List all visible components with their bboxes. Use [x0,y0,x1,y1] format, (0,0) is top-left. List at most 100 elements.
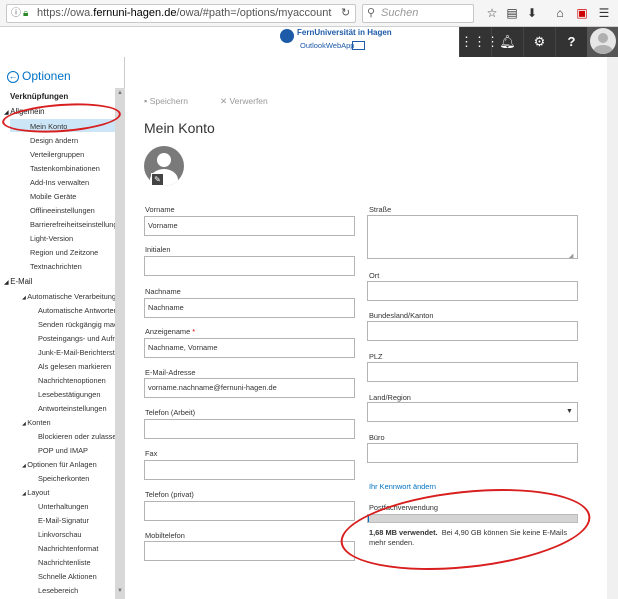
options-title[interactable]: Optionen [22,69,71,83]
page-title: Mein Konto [144,120,215,136]
sidebar-item-conversations[interactable]: Unterhaltungen [38,502,115,511]
url-domain: fernuni-hagen.de [93,7,177,19]
sidebar-item-junk-reporting[interactable]: Junk-E-Mail-Berichterstattung [38,348,115,357]
sidebar-item-text-messages[interactable]: Textnachrichten [30,262,115,271]
sidebar-item-keyboard-shortcuts[interactable]: Tastenkombinationen [30,164,115,173]
brand-name: FernUniversität in Hagen [297,28,392,37]
search-icon: ⚲ [367,7,376,19]
notification-bell-icon[interactable]: 🔔︎ [491,27,523,57]
sidebar-item-mark-as-read[interactable]: Als gelesen markieren [38,362,115,371]
sidebar-item-link-preview[interactable]: Linkvorschau [38,530,115,539]
sidebar-item-block-allow[interactable]: Blockieren oder zulassen [38,432,115,441]
sidebar-group-layout[interactable]: ◢ Layout [22,488,115,497]
save-button[interactable]: ▪ Speichern [144,96,188,106]
sidebar-item-storage-accounts[interactable]: Speicherkonten [38,474,115,483]
header-action-bar: ⋮⋮⋮ 🔔︎ ⚙ ? [459,27,618,57]
sidebar-item-message-options[interactable]: Nachrichtenoptionen [38,376,115,385]
settings-gear-icon[interactable]: ⚙ [523,27,555,57]
brand-app-name: OutlookWebApp [300,41,355,50]
sidebar-item-distribution-groups[interactable]: Verteilergruppen [30,150,115,159]
sidebar-item-reply-settings[interactable]: Antworteinstellungen [38,404,115,413]
street-textarea[interactable]: ◢ [367,215,578,259]
browser-search-input[interactable]: ⚲ Suchen [362,4,474,23]
user-avatar-icon [590,28,616,54]
scroll-up-icon[interactable]: ▲ [117,90,123,96]
fax-input[interactable] [144,460,355,480]
user-avatar[interactable] [587,27,618,57]
envelope-icon [352,41,365,50]
sidebar-item-light-version[interactable]: Light-Version [30,234,115,243]
work-phone-input[interactable] [144,419,355,439]
first-name-input[interactable]: Vorname [144,216,355,236]
discard-button[interactable]: ✕ Verwerfen [220,96,268,107]
help-question-icon[interactable]: ? [555,27,587,57]
city-label: Ort [369,271,380,280]
sidebar-item-offline-settings[interactable]: Offlineeinstellungen [30,206,115,215]
sidebar-section-email-label: E-Mail [10,277,33,286]
url-prefix: https://owa. [37,7,94,19]
sidebar-item-manage-addins[interactable]: Add-Ins verwalten [30,178,115,187]
sidebar-section-email[interactable]: ◢ E-Mail [4,277,32,286]
reload-icon[interactable]: ↻ [341,5,350,22]
sidebar-group-auto-processing[interactable]: ◢ Automatische Verarbeitung [22,292,115,301]
app-launcher-icon[interactable]: ⋮⋮⋮ [459,27,499,57]
sidebar-group-accounts[interactable]: ◢ Konten [22,418,115,427]
mobile-phone-label: Mobiltelefon [145,531,185,540]
home-icon[interactable]: ⌂ [552,5,568,21]
city-input[interactable] [367,281,578,301]
sidebar-item-read-receipts[interactable]: Lesebestätigungen [38,390,115,399]
office-input[interactable] [367,443,578,463]
email-input[interactable]: vorname.nachname@fernuni-hagen.de [144,378,355,398]
annotation-ellipse-mailbox-usage [336,478,595,581]
sidebar-item-message-format[interactable]: Nachrichtenformat [38,544,115,553]
sidebar-item-reading-pane[interactable]: Lesebereich [38,586,115,595]
lock-icon: 🔒︎ [23,8,29,19]
country-select[interactable]: ▼ [367,402,578,422]
change-password-link[interactable]: Ihr Kennwort ändern [369,482,436,491]
profile-photo[interactable] [144,146,184,186]
address-bar[interactable]: ⓘ 🔒︎ https://owa.fernuni-hagen.de/owa/#p… [6,4,356,23]
download-icon[interactable]: ⬇ [524,5,540,21]
display-name-label-text: Anzeigename [145,327,191,336]
initials-input[interactable] [144,256,355,276]
menu-hamburger-icon[interactable]: ☰ [596,5,612,21]
sidebar-item-region-timezone[interactable]: Region und Zeitzone [30,248,115,257]
work-phone-label: Telefon (Arbeit) [145,408,196,417]
sidebar-item-undo-send[interactable]: Senden rückgängig machen [38,320,115,329]
sidebar-item-theme[interactable]: Design ändern [30,136,78,145]
info-icon[interactable]: ⓘ [11,5,21,22]
email-label: E-Mail-Adresse [145,368,196,377]
sidebar-item-auto-replies[interactable]: Automatische Antworten [38,306,115,315]
reading-list-icon[interactable]: ▤ [504,5,520,21]
fax-label: Fax [145,449,158,458]
save-label: Speichern [149,96,188,106]
person-head-icon [157,153,171,167]
sidebar-scrollbar[interactable]: ▲ ▼ [115,88,125,599]
home-phone-input[interactable] [144,501,355,521]
sidebar-item-pop-imap[interactable]: POP und IMAP [38,446,115,455]
edit-photo-pencil-icon[interactable]: ✎ [151,173,164,186]
last-name-input[interactable]: Nachname [144,298,355,318]
zip-input[interactable] [367,362,578,382]
sidebar-shortcuts[interactable]: Verknüpfungen [10,92,68,101]
sidebar-item-inbox-rules[interactable]: Posteingangs- und Aufräumregeln [38,334,115,343]
bookmark-star-icon[interactable]: ☆ [484,5,500,21]
sidebar-group-accounts-label: Konten [27,418,51,427]
sidebar-item-quick-actions[interactable]: Schnelle Aktionen [38,572,115,581]
resize-grip-icon[interactable]: ◢ [568,248,573,258]
sidebar-group-attachments[interactable]: ◢ Optionen für Anlagen [22,460,115,469]
country-label: Land/Region [369,393,411,402]
scroll-down-icon[interactable]: ▼ [117,588,123,594]
sidebar-item-accessibility[interactable]: Barrierefreiheitseinstellungen [30,220,115,229]
fernuni-logo: FernUniversität in Hagen OutlookWebApp [280,28,392,56]
display-name-input[interactable]: Nachname, Vorname [144,338,355,358]
sidebar-item-message-list[interactable]: Nachrichtenliste [38,558,115,567]
logo-mark-icon [280,29,294,43]
addon-icon[interactable]: ▣ [574,5,590,21]
state-input[interactable] [367,321,578,341]
main-scrollbar[interactable] [607,57,618,599]
sidebar-item-email-signature[interactable]: E-Mail-Signatur [38,516,115,525]
back-arrow-icon[interactable]: ← [7,71,19,83]
sidebar-item-mobile-devices[interactable]: Mobile Geräte [30,192,115,201]
mobile-phone-input[interactable] [144,541,355,561]
